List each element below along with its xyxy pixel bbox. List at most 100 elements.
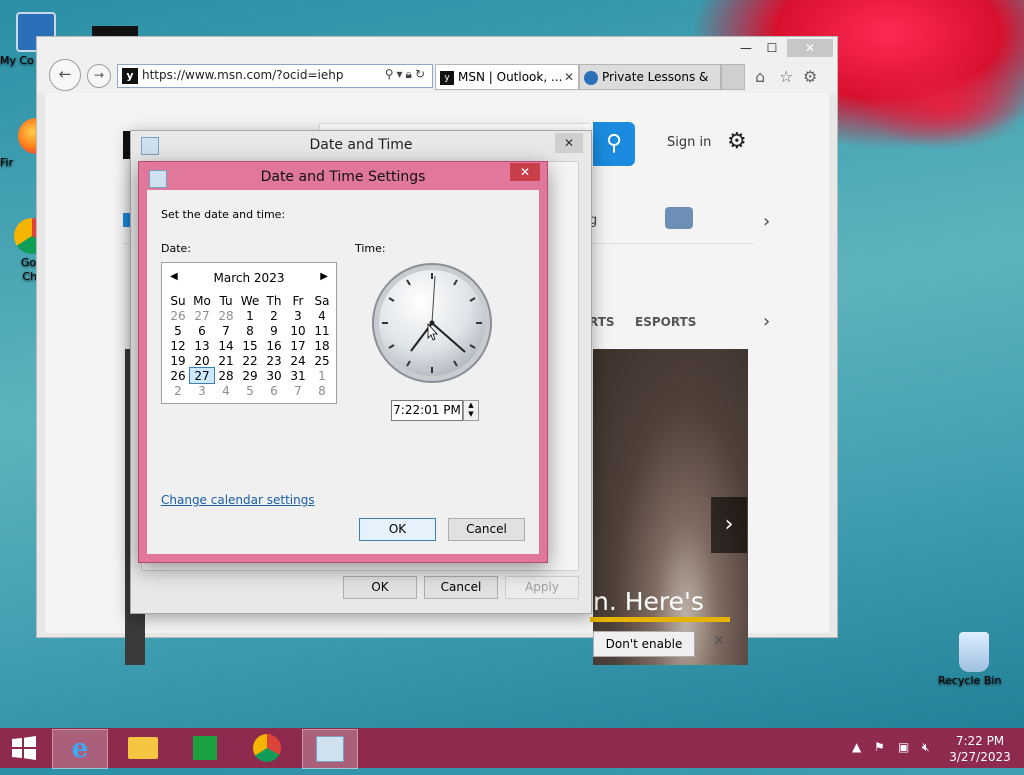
car-icon[interactable]	[665, 207, 693, 229]
home-icon[interactable]: ⌂	[755, 67, 765, 86]
calendar-day[interactable]: 14	[214, 338, 238, 353]
calendar-day[interactable]: 15	[238, 338, 262, 353]
search-icon[interactable]: ⚲	[385, 67, 397, 81]
calendar-day[interactable]: 1	[238, 308, 262, 323]
calendar-day[interactable]: 1	[310, 368, 334, 383]
calendar-day[interactable]: 11	[310, 323, 334, 338]
address-bar[interactable]: y https://www.msn.com/?ocid=iehp ⚲▾🔒︎↻	[117, 64, 433, 88]
close-button[interactable]: ✕	[510, 163, 540, 181]
calendar-day[interactable]: 10	[286, 323, 310, 338]
close-button[interactable]: ✕	[555, 133, 583, 153]
back-button[interactable]: ←	[49, 59, 81, 91]
calendar-day[interactable]: 3	[190, 383, 214, 398]
taskbar-date-time[interactable]	[302, 729, 358, 769]
spin-up-icon[interactable]: ▲	[464, 401, 478, 410]
desktop-icon-label: Recycle Bin	[938, 674, 1002, 687]
tab-msn[interactable]: y MSN | Outlook, ... ✕	[435, 64, 579, 90]
network-icon[interactable]: ▣	[898, 740, 909, 754]
cancel-button[interactable]: Cancel	[424, 576, 498, 599]
calendar-month-year[interactable]: March 2023	[162, 271, 336, 285]
ok-button[interactable]: OK	[359, 518, 436, 541]
taskbar-clock[interactable]: 7:22 PM 3/27/2023	[944, 733, 1016, 765]
settings-gear-icon[interactable]: ⚙	[727, 129, 747, 154]
chevron-right-icon[interactable]: ›	[763, 311, 770, 332]
change-calendar-settings-link[interactable]: Change calendar settings	[161, 493, 315, 507]
refresh-icon[interactable]: ↻	[415, 67, 428, 81]
calendar-day[interactable]: 16	[262, 338, 286, 353]
calendar-day[interactable]: 13	[190, 338, 214, 353]
carousel-next-button[interactable]: ›	[711, 497, 747, 553]
calendar-day[interactable]: 26	[166, 308, 190, 323]
calendar-day[interactable]: 19	[166, 353, 190, 368]
nav-item-partial[interactable]: RTS	[589, 315, 615, 329]
calendar-day[interactable]: 5	[166, 323, 190, 338]
action-center-flag-icon[interactable]: ⚑	[874, 740, 885, 754]
time-spinner[interactable]: ▲ ▼	[463, 400, 479, 421]
tab-close-icon[interactable]: ✕	[564, 65, 574, 89]
calendar-day[interactable]: 27	[190, 308, 214, 323]
favorites-star-icon[interactable]: ☆	[779, 67, 793, 86]
new-tab-button[interactable]	[721, 64, 745, 90]
next-month-button[interactable]: ▶	[320, 271, 328, 282]
cancel-button[interactable]: Cancel	[448, 518, 525, 541]
calendar-day[interactable]: 12	[166, 338, 190, 353]
show-hidden-icons-icon[interactable]: ▲	[852, 740, 861, 754]
dont-enable-button[interactable]: Don't enable	[593, 631, 695, 657]
calendar-day[interactable]: 25	[310, 353, 334, 368]
time-input[interactable]: 7:22:01 PM	[391, 400, 463, 421]
calendar-day[interactable]: 21	[214, 353, 238, 368]
calendar-day[interactable]: 28	[214, 368, 238, 383]
maximize-button[interactable]: ☐	[759, 39, 785, 57]
volume-muted-icon[interactable]: 🔇︎	[922, 740, 930, 755]
taskbar-chrome[interactable]	[240, 729, 294, 767]
apply-button[interactable]: Apply	[505, 576, 579, 599]
calendar-day[interactable]: 28	[214, 308, 238, 323]
calendar-day[interactable]: 2	[166, 383, 190, 398]
calendar-day[interactable]: 24	[286, 353, 310, 368]
settings-gear-icon[interactable]: ⚙	[803, 67, 817, 86]
calendar[interactable]: ◀ March 2023 ▶ Su Mo Tu We Th Fr Sa 26 2…	[161, 262, 337, 404]
calendar-day[interactable]: 4	[310, 308, 334, 323]
calendar-day[interactable]: 3	[286, 308, 310, 323]
taskbar-store[interactable]	[178, 729, 232, 767]
calendar-day[interactable]: 5	[238, 383, 262, 398]
calendar-day[interactable]: 29	[238, 368, 262, 383]
spin-down-icon[interactable]: ▼	[464, 410, 478, 419]
calendar-day[interactable]: 18	[310, 338, 334, 353]
nav-item-esports[interactable]: ESPORTS	[635, 315, 696, 329]
calendar-day[interactable]: 20	[190, 353, 214, 368]
news-headline[interactable]: n. Here's	[593, 587, 704, 616]
calendar-day[interactable]: 23	[262, 353, 286, 368]
minimize-button[interactable]: —	[733, 39, 759, 57]
dropdown-icon[interactable]: ▾	[397, 67, 406, 81]
taskbar-file-explorer[interactable]	[116, 729, 170, 767]
ok-button[interactable]: OK	[343, 576, 417, 599]
desktop-icon-recycle-bin[interactable]: Recycle Bin	[938, 632, 1010, 687]
calendar-day[interactable]: 30	[262, 368, 286, 383]
close-button[interactable]: ✕	[787, 39, 833, 57]
sign-in-link[interactable]: Sign in	[667, 135, 711, 150]
calendar-day[interactable]: 31	[286, 368, 310, 383]
chevron-right-icon[interactable]: ›	[763, 211, 770, 232]
calendar-day[interactable]: 7	[214, 323, 238, 338]
calendar-day[interactable]: 9	[262, 323, 286, 338]
calendar-day-selected[interactable]: 27	[189, 367, 215, 384]
calendar-day[interactable]: 2	[262, 308, 286, 323]
calendar-day[interactable]: 4	[214, 383, 238, 398]
notification-close-icon[interactable]: ✕	[713, 633, 725, 649]
taskbar-internet-explorer[interactable]: e	[52, 729, 108, 769]
calendar-day[interactable]: 17	[286, 338, 310, 353]
calendar-day[interactable]: 6	[262, 383, 286, 398]
calendar-day[interactable]: 7	[286, 383, 310, 398]
forward-button[interactable]: →	[87, 64, 111, 88]
calendar-day[interactable]: 26	[166, 368, 190, 383]
tab-private-lessons[interactable]: Private Lessons & G...	[579, 64, 721, 108]
calendar-day[interactable]: 8	[310, 383, 334, 398]
search-button[interactable]: ⚲	[593, 122, 635, 166]
start-button[interactable]	[0, 729, 48, 767]
calendar-day[interactable]: 8	[238, 323, 262, 338]
calendar-day[interactable]: 6	[190, 323, 214, 338]
calendar-day[interactable]: 22	[238, 353, 262, 368]
lock-icon[interactable]: 🔒︎	[406, 67, 415, 81]
date-time-settings-dialog: Date and Time Settings ✕ Set the date an…	[138, 161, 548, 563]
